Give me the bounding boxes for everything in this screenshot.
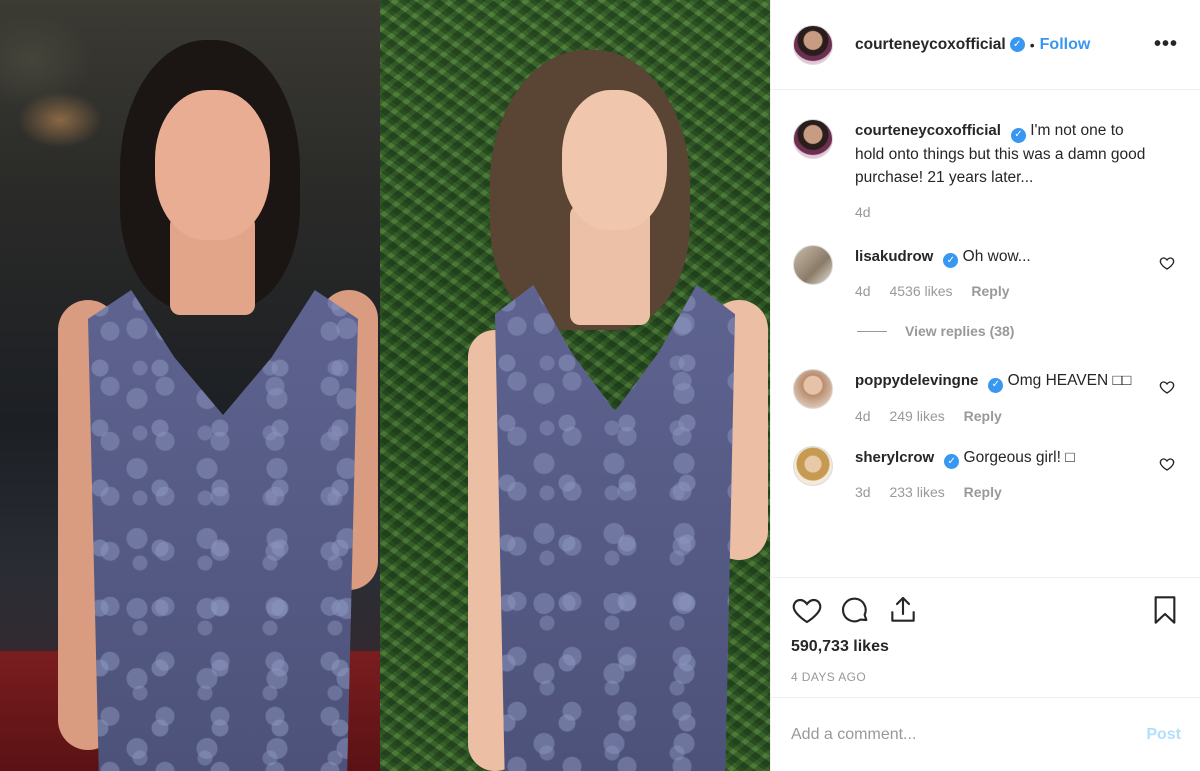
reply-button[interactable]: Reply	[964, 408, 1002, 424]
comment-text: Oh wow...	[962, 247, 1031, 265]
reply-button[interactable]: Reply	[964, 484, 1002, 500]
comment-likes[interactable]: 249 likes	[889, 408, 944, 424]
comment-text: Omg HEAVEN □□	[1007, 372, 1132, 389]
view-replies-button[interactable]: View replies (38)	[857, 323, 1179, 339]
figure-left-dress	[88, 290, 358, 771]
post-actions: 590,733 likes 4 DAYS AGO	[771, 577, 1200, 684]
bookmark-icon[interactable]	[1149, 594, 1181, 626]
verified-badge-icon: ✓	[943, 253, 959, 268]
comment-text-block: lisakudrow ✓ Oh wow...	[855, 245, 1155, 268]
comment-like-heart-icon[interactable]	[1159, 379, 1175, 395]
verified-badge-icon: ✓	[988, 377, 1004, 393]
post-side-panel: courteneycoxofficial ✓ • Follow ••• cour…	[770, 0, 1200, 771]
author-username[interactable]: courteneycoxofficial	[855, 36, 1006, 54]
comment-item: lisakudrow ✓ Oh wow... 4d 4536 likes Repl…	[793, 244, 1179, 299]
caption-text-block: courteneycoxofficial ✓ I'm not one to hol…	[855, 119, 1155, 189]
caption-username[interactable]: courteneycoxofficial	[855, 122, 1001, 139]
caption-meta: 4d	[855, 204, 1155, 220]
comment-meta: 4d 4536 likes Reply	[855, 283, 1155, 299]
figure-left-face	[155, 90, 270, 240]
caption-avatar[interactable]	[793, 119, 833, 159]
view-replies-line	[857, 330, 887, 332]
commenter-username[interactable]: lisakudrow	[855, 248, 933, 265]
comment-meta: 4d 249 likes Reply	[855, 408, 1155, 424]
comment-like-heart-icon[interactable]	[1159, 255, 1175, 271]
commenter-username[interactable]: sherylcrow	[855, 449, 934, 466]
comments-list[interactable]: courteneycoxofficial ✓ I'm not one to hol…	[771, 91, 1200, 576]
share-icon[interactable]	[887, 594, 919, 626]
post-timestamp[interactable]: 4 DAYS AGO	[791, 670, 1181, 684]
comment-like-heart-icon[interactable]	[1159, 456, 1175, 472]
action-icon-row	[791, 592, 1181, 628]
commenter-avatar[interactable]	[793, 445, 833, 486]
caption-age[interactable]: 4d	[855, 204, 871, 220]
photo-left-half	[0, 0, 380, 771]
comment-meta: 3d 233 likes Reply	[855, 484, 1155, 500]
commenter-avatar[interactable]	[793, 369, 833, 409]
figure-right-dress	[495, 285, 735, 771]
post-header: courteneycoxofficial ✓ • Follow •••	[771, 0, 1200, 90]
comment-likes[interactable]: 233 likes	[889, 484, 944, 500]
comment-text: Gorgeous girl! □	[963, 448, 1075, 466]
reply-button[interactable]: Reply	[971, 283, 1009, 299]
author-avatar[interactable]	[793, 24, 833, 65]
verified-badge-icon: ✓	[1009, 37, 1025, 52]
comment-text-block: sherylcrow ✓ Gorgeous girl! □	[855, 446, 1155, 469]
comment-likes[interactable]: 4536 likes	[889, 283, 952, 299]
post-comment-button[interactable]: Post	[1146, 726, 1181, 744]
comment-age[interactable]: 3d	[855, 484, 871, 500]
heart-icon[interactable]	[791, 594, 823, 626]
comment-item: sherylcrow ✓ Gorgeous girl! □ 3d 233 like…	[793, 445, 1179, 500]
comment-input[interactable]	[791, 725, 1147, 744]
view-replies-label: View replies (38)	[905, 323, 1015, 339]
post-caption: courteneycoxofficial ✓ I'm not one to hol…	[793, 119, 1179, 220]
comment-age[interactable]: 4d	[855, 408, 871, 424]
verified-badge-icon: ✓	[944, 454, 960, 469]
more-options-button[interactable]: •••	[1154, 33, 1178, 56]
commenter-username[interactable]: poppydelevingne	[855, 372, 978, 389]
figure-right-face	[562, 90, 667, 230]
comment-text-block: poppydelevingne ✓ Omg HEAVEN □□	[855, 369, 1155, 393]
like-count[interactable]: 590,733 likes	[791, 638, 1181, 656]
post-photo[interactable]	[0, 0, 770, 771]
comment-item: poppydelevingne ✓ Omg HEAVEN □□ 4d 249 li…	[793, 369, 1179, 424]
commenter-avatar[interactable]	[793, 244, 833, 285]
comment-age[interactable]: 4d	[855, 283, 871, 299]
add-comment-bar: Post	[771, 697, 1200, 771]
comment-icon[interactable]	[839, 594, 871, 626]
verified-badge-icon: ✓	[1010, 127, 1026, 143]
follow-button[interactable]: Follow	[1040, 36, 1091, 54]
header-separator: •	[1029, 36, 1035, 53]
photo-right-half	[380, 0, 770, 771]
